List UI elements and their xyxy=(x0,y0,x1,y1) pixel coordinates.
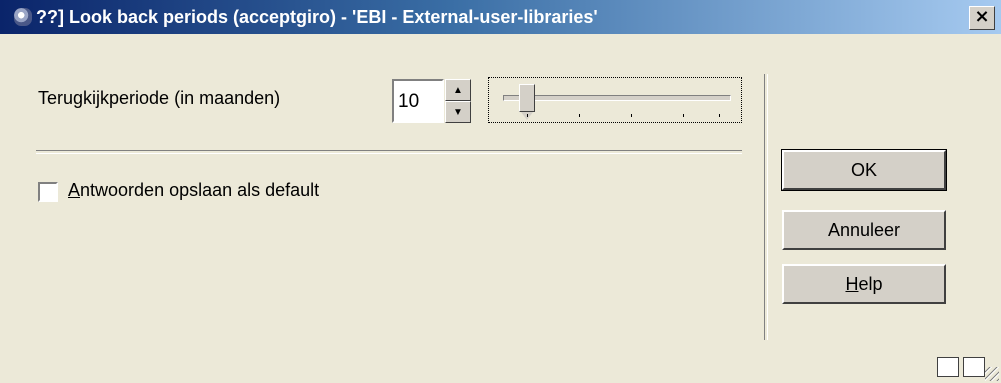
period-input[interactable]: 10 xyxy=(392,79,444,123)
status-icons xyxy=(937,357,985,377)
help-button[interactable]: Help xyxy=(782,264,946,304)
save-default-mnemonic: A xyxy=(68,180,81,200)
cancel-button[interactable]: Annuleer xyxy=(782,210,946,250)
help-mnemonic: H xyxy=(845,273,859,294)
save-default-label[interactable]: Antwoorden opslaan als default xyxy=(68,180,319,201)
horizontal-divider xyxy=(36,150,742,154)
close-button[interactable]: × xyxy=(969,6,995,30)
title-bar: ??] Look back periods (acceptgiro) - 'EB… xyxy=(0,0,1001,34)
slider-tick xyxy=(719,114,720,117)
keyboard-icon[interactable] xyxy=(937,357,959,377)
resize-grip-icon[interactable] xyxy=(985,367,999,381)
period-spinner[interactable]: ▲ ▼ xyxy=(445,79,471,123)
window-title: ??] Look back periods (acceptgiro) - 'EB… xyxy=(36,6,598,27)
period-label: Terugkijkperiode (in maanden) xyxy=(38,88,281,108)
slider-thumb[interactable] xyxy=(519,84,535,120)
ok-button[interactable]: OK xyxy=(781,149,947,191)
period-slider[interactable] xyxy=(488,77,742,123)
slider-tick xyxy=(683,114,684,117)
app-icon xyxy=(14,8,32,26)
slider-tick xyxy=(579,114,580,117)
save-default-checkbox[interactable] xyxy=(38,182,58,202)
resize-icon[interactable] xyxy=(963,357,985,377)
slider-track xyxy=(503,95,731,101)
slider-tick xyxy=(527,114,528,117)
spin-down-icon[interactable]: ▼ xyxy=(445,101,471,123)
slider-tick xyxy=(631,114,632,117)
vertical-divider xyxy=(764,74,768,340)
spin-up-icon[interactable]: ▲ xyxy=(445,79,471,101)
help-text: elp xyxy=(858,273,883,294)
save-default-text: ntwoorden opslaan als default xyxy=(80,180,320,200)
